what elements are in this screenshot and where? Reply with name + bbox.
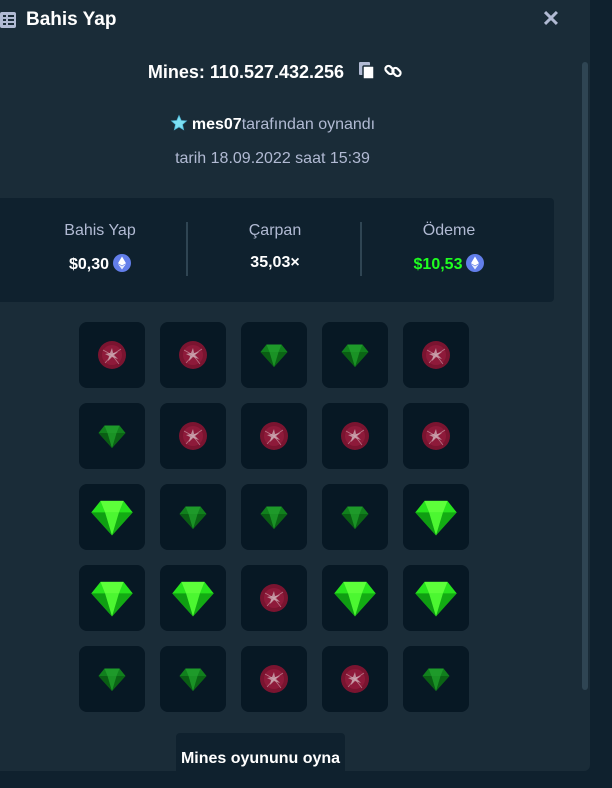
gem-icon [421, 664, 451, 694]
gem-icon [340, 502, 370, 532]
multiplier-value: 35,03× [250, 254, 300, 271]
copy-icon[interactable] [359, 62, 375, 80]
payout-value: $10,53 [413, 256, 463, 273]
mine-tile [322, 565, 388, 631]
mine-tile [241, 484, 307, 550]
mine-icon [178, 340, 208, 370]
payout-stat: Ödeme $10,53 [362, 198, 536, 302]
mine-icon [421, 340, 451, 370]
bet-details-modal: Bahis Yap ✕ Mines: 110.527.432.256 mes07… [0, 0, 590, 771]
mine-tile [160, 403, 226, 469]
player-name[interactable]: mes07 [192, 116, 242, 133]
mine-icon [97, 340, 127, 370]
gem-icon [259, 502, 289, 532]
mine-icon [421, 421, 451, 451]
star-icon [170, 114, 188, 137]
multiplier-label: Çarpan [248, 222, 302, 239]
mine-tile [403, 403, 469, 469]
played-by-suffix: tarafından oynandı [241, 116, 376, 133]
mine-tile [403, 646, 469, 712]
ethereum-icon [113, 254, 132, 277]
mines-board [79, 322, 471, 714]
mine-icon [259, 664, 289, 694]
mine-tile [160, 484, 226, 550]
mine-tile [79, 403, 145, 469]
player-line: mes07tarafından oynandı [0, 114, 545, 137]
mine-icon [340, 421, 370, 451]
gem-icon [89, 494, 135, 540]
mine-tile [241, 403, 307, 469]
game-id-line: Mines: 110.527.432.256 [0, 62, 550, 85]
game-date: tarih 18.09.2022 saat 15:39 [175, 150, 370, 167]
bet-slip-icon [0, 11, 18, 29]
gem-icon [97, 421, 127, 451]
payout-label: Ödeme [422, 222, 476, 239]
modal-title: Bahis Yap [26, 9, 117, 30]
gem-icon [413, 494, 459, 540]
backdrop-bottom [0, 771, 612, 788]
mine-tile [160, 322, 226, 388]
mine-tile [322, 322, 388, 388]
multiplier-stat: Çarpan 35,03× [188, 198, 362, 302]
backdrop-right [590, 0, 612, 788]
ethereum-icon [466, 254, 485, 277]
mine-tile [79, 484, 145, 550]
mine-tile [79, 646, 145, 712]
play-mines-button[interactable]: Mines oyununu oyna [176, 733, 345, 771]
link-icon[interactable] [384, 62, 402, 80]
mine-icon [178, 421, 208, 451]
close-icon[interactable]: ✕ [540, 8, 562, 30]
mine-tile [322, 646, 388, 712]
mine-icon [259, 421, 289, 451]
mine-tile [79, 322, 145, 388]
mine-tile [79, 565, 145, 631]
scrollbar[interactable] [582, 62, 588, 690]
bet-stats-panel: Bahis Yap $0,30 Çarpan 35,03× Ödeme $10,… [0, 198, 554, 302]
mine-tile [241, 565, 307, 631]
modal-header: Bahis Yap ✕ [0, 0, 590, 40]
mine-icon [259, 583, 289, 613]
mine-tile [241, 322, 307, 388]
mine-tile [403, 484, 469, 550]
gem-icon [413, 575, 459, 621]
bet-amount-value: $0,30 [68, 256, 110, 273]
gem-icon [259, 340, 289, 370]
gem-icon [340, 340, 370, 370]
mine-tile [160, 565, 226, 631]
mine-tile [403, 322, 469, 388]
gem-icon [97, 664, 127, 694]
mine-tile [322, 403, 388, 469]
gem-icon [178, 664, 208, 694]
mine-tile [241, 646, 307, 712]
bet-amount-stat: Bahis Yap $0,30 [30, 198, 170, 302]
mine-tile [322, 484, 388, 550]
mine-tile [160, 646, 226, 712]
mine-icon [340, 664, 370, 694]
gem-icon [89, 575, 135, 621]
gem-icon [332, 575, 378, 621]
bet-amount-label: Bahis Yap [64, 222, 136, 239]
gem-icon [170, 575, 216, 621]
game-id: Mines: 110.527.432.256 [147, 62, 345, 82]
mine-tile [403, 565, 469, 631]
gem-icon [178, 502, 208, 532]
